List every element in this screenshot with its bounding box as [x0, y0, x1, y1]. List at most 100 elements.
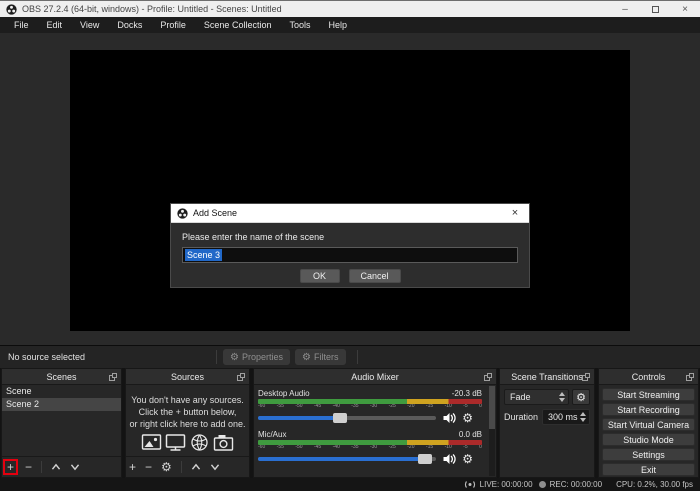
- sources-panel-header[interactable]: Sources: [126, 369, 249, 385]
- channel-settings-gear-icon[interactable]: ⚙: [462, 452, 473, 466]
- minimize-button[interactable]: –: [610, 1, 640, 17]
- spinbox-arrows-icon[interactable]: [580, 412, 586, 422]
- dock-popout-icon: [237, 373, 245, 381]
- controls-buttons: Start Streaming Start Recording Start Vi…: [599, 388, 698, 476]
- scene-name-selected-text: Scene 3: [185, 249, 223, 261]
- live-status: LIVE: 00:00:00: [464, 480, 533, 489]
- scene-name-input[interactable]: Scene 3: [182, 247, 518, 263]
- menu-profile[interactable]: Profile: [151, 17, 195, 33]
- sources-empty-line: You don't have any sources.: [131, 395, 244, 405]
- dock-row: Scenes Scene Scene 2 + − Sources You don…: [0, 368, 700, 478]
- duration-spinbox[interactable]: 300 ms: [542, 409, 590, 425]
- channel-head: Mic/Aux 0.0 dB: [258, 430, 482, 440]
- move-source-down-button[interactable]: [210, 463, 220, 471]
- channel-settings-gear-icon[interactable]: ⚙: [462, 411, 473, 425]
- studio-mode-button[interactable]: Studio Mode: [602, 433, 695, 446]
- image-source-icon: [141, 434, 162, 450]
- menu-edit[interactable]: Edit: [38, 17, 72, 33]
- close-button[interactable]: ×: [670, 1, 700, 17]
- maximize-button[interactable]: [640, 1, 670, 17]
- meter-tick-label: -10: [444, 404, 452, 409]
- channel-name: Mic/Aux: [258, 430, 287, 439]
- add-scene-dialog: Add Scene × Please enter the name of the…: [170, 203, 530, 288]
- meter-tick-label: -15: [425, 445, 434, 450]
- move-scene-down-button[interactable]: [70, 463, 80, 471]
- mixer-channel-desktop-audio: Desktop Audio -20.3 dB -60 -55 -50 -45 -40 -3…: [258, 389, 482, 425]
- start-virtual-camera-button[interactable]: Start Virtual Camera: [602, 418, 695, 431]
- dialog-body: Please enter the name of the scene Scene…: [171, 223, 529, 287]
- cancel-button[interactable]: Cancel: [348, 269, 401, 283]
- mute-speaker-icon[interactable]: [443, 453, 456, 465]
- meter-scale: -60 -55 -50 -45 -40 -35 -30 -25 -20 -15 -10 -5 0: [258, 404, 482, 411]
- meter-tick-label: -50: [295, 404, 303, 409]
- meter-tick-label: -35: [351, 404, 359, 409]
- menu-view[interactable]: View: [71, 17, 108, 33]
- audio-mixer-header[interactable]: Audio Mixer: [254, 369, 496, 385]
- meter-tick-label: -50: [295, 445, 303, 450]
- ok-button[interactable]: OK: [299, 269, 340, 283]
- mixer-scrollbar-thumb[interactable]: [489, 386, 495, 430]
- exit-button[interactable]: Exit: [602, 463, 695, 476]
- channel-head: Desktop Audio -20.3 dB: [258, 389, 482, 399]
- menu-scene-collection[interactable]: Scene Collection: [195, 17, 281, 33]
- menu-tools[interactable]: Tools: [280, 17, 319, 33]
- separator: [216, 350, 218, 364]
- scenes-toolbar: + −: [2, 456, 121, 477]
- camera-source-icon: [213, 434, 234, 451]
- mute-speaker-icon[interactable]: [443, 412, 456, 424]
- mixer-scrollbar[interactable]: [489, 386, 495, 476]
- source-status-text: No source selected: [8, 352, 86, 362]
- source-properties-button[interactable]: ⚙: [161, 461, 172, 473]
- add-source-button[interactable]: +: [129, 461, 136, 473]
- controls-header[interactable]: Controls: [599, 369, 698, 385]
- settings-button[interactable]: Settings: [602, 448, 695, 461]
- volume-slider[interactable]: [258, 413, 436, 423]
- maximize-icon: [651, 5, 659, 13]
- meter-tick-label: -25: [388, 445, 396, 450]
- gear-icon: ⚙: [576, 391, 586, 404]
- obs-logo-icon: [6, 3, 17, 15]
- properties-label: Properties: [242, 352, 284, 362]
- menu-file[interactable]: File: [5, 17, 38, 33]
- duration-label: Duration: [504, 412, 539, 422]
- move-scene-up-button[interactable]: [51, 463, 61, 471]
- transition-select[interactable]: Fade: [504, 389, 569, 405]
- menu-docks[interactable]: Docks: [108, 17, 151, 33]
- remove-scene-button[interactable]: −: [25, 461, 32, 473]
- remove-source-button[interactable]: −: [145, 461, 152, 473]
- filters-button[interactable]: ⚙ Filters: [295, 349, 346, 365]
- status-bar: LIVE: 00:00:00 REC: 00:00:00 CPU: 0.2%, …: [0, 478, 700, 491]
- record-dot-icon: [538, 481, 546, 488]
- meter-scale: -60 -55 -50 -45 -40 -35 -30 -25 -20 -15 -10 -5 0: [258, 445, 482, 452]
- add-scene-button[interactable]: +: [2, 459, 19, 475]
- meter-tick-label: 0: [479, 445, 482, 450]
- duration-value: 300 ms: [548, 412, 578, 422]
- volume-slider-handle[interactable]: [332, 413, 347, 423]
- scene-list-item[interactable]: Scene: [2, 385, 121, 398]
- start-recording-button[interactable]: Start Recording: [602, 403, 695, 416]
- meter-tick-label: -55: [276, 404, 284, 409]
- volume-slider-handle[interactable]: [418, 454, 433, 464]
- combo-spinner-icon[interactable]: [559, 392, 565, 402]
- move-source-up-button[interactable]: [191, 463, 201, 471]
- menu-help[interactable]: Help: [319, 17, 356, 33]
- dialog-close-button[interactable]: ×: [501, 207, 529, 219]
- dock-popout-icon: [109, 373, 117, 381]
- dialog-titlebar: Add Scene ×: [171, 204, 529, 223]
- filters-label: Filters: [314, 352, 339, 362]
- start-streaming-button[interactable]: Start Streaming: [602, 388, 695, 401]
- rec-time: REC: 00:00:00: [549, 480, 603, 489]
- dock-popout-icon: [582, 373, 590, 381]
- scenes-panel-header[interactable]: Scenes: [2, 369, 121, 385]
- volume-slider[interactable]: [258, 454, 436, 464]
- scene-list-item-selected[interactable]: Scene 2: [2, 398, 121, 411]
- meter-tick-label: -10: [444, 445, 452, 450]
- meter-tick-label: -30: [369, 404, 378, 409]
- preview-canvas[interactable]: [70, 50, 630, 331]
- transition-settings-button[interactable]: ⚙: [572, 389, 590, 405]
- properties-button[interactable]: ⚙ Properties: [223, 349, 291, 365]
- source-buttons: ⚙ Properties ⚙ Filters: [210, 349, 363, 365]
- separator: [41, 461, 43, 473]
- scene-transitions-header[interactable]: Scene Transitions: [500, 369, 594, 385]
- scenes-panel-title: Scenes: [46, 371, 77, 382]
